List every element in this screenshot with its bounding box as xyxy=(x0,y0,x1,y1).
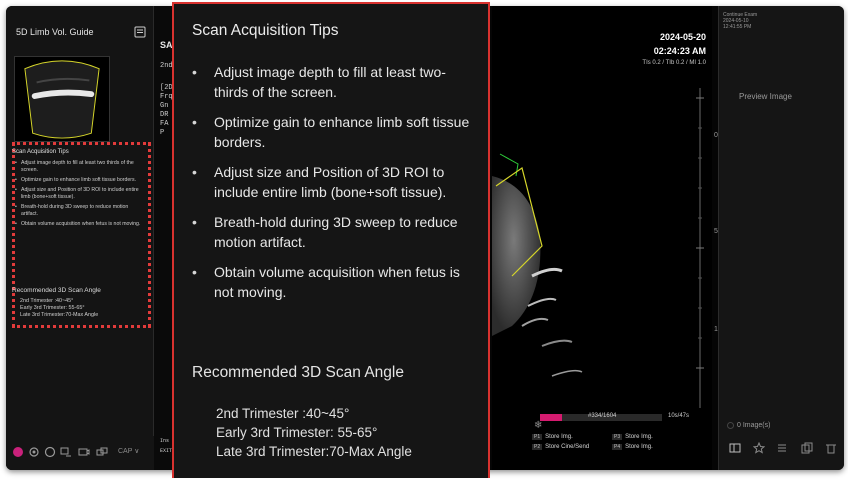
fkey-store-cine[interactable]: P2 Store Cine/Send xyxy=(532,444,589,450)
fkey-store-img-3[interactable]: P3 Store Img. xyxy=(612,434,653,440)
cine-time: 10s/47s xyxy=(668,413,690,419)
preview-panel: Continue Exam 2024-05-10 12:41:55 PM Pre… xyxy=(718,6,844,470)
param-line: P xyxy=(160,129,165,137)
guide-tips-title: Scan Acquisition Tips xyxy=(12,149,69,155)
popup-title: Scan Acquisition Tips xyxy=(192,22,339,39)
guide-angles: 2nd Trimester :40~45° Early 3rd Trimeste… xyxy=(20,298,98,319)
record-icon[interactable] xyxy=(12,446,24,458)
angle-row: 2nd Trimester :40~45° xyxy=(20,298,74,304)
fkey-store-img-4[interactable]: P4 Store Img. xyxy=(612,444,653,450)
guide-title: 5D Limb Vol. Guide xyxy=(16,27,94,37)
popup-angles: 2nd Trimester :40~45° Early 3rd Trimeste… xyxy=(216,404,412,461)
angle-row: Late 3rd Trimester:70-Max Angle xyxy=(20,312,99,318)
param-line: FA xyxy=(160,120,169,128)
depth-ruler xyxy=(696,88,704,408)
thermal-index: TIs 0.2 / TIb 0.2 / MI 1.0 xyxy=(642,60,706,66)
angle-row: Late 3rd Trimester:70-Max Angle xyxy=(216,444,412,459)
guide-angle-title: Recommended 3D Scan Angle xyxy=(12,287,101,294)
list-item: Breath-hold during 3D sweep to reduce mo… xyxy=(15,204,143,218)
cap-dropdown[interactable]: CAP ∨ xyxy=(118,447,139,455)
image-count-dot xyxy=(727,422,734,429)
layout-icon[interactable] xyxy=(729,442,741,454)
guide-thumbnail-image xyxy=(14,56,110,142)
angle-row: Early 3rd Trimester: 55-65° xyxy=(216,425,378,440)
guide-tips-list: Adjust image depth to fill at least two … xyxy=(15,160,143,231)
guide-header: 5D Limb Vol. Guide xyxy=(12,24,148,44)
ultrasound-scan-image xyxy=(492,153,583,377)
cine-progress xyxy=(540,414,562,421)
camera-icon[interactable] xyxy=(78,446,90,458)
list-item: Adjust size and Position of 3D ROI to in… xyxy=(15,187,143,201)
circle-icon[interactable] xyxy=(44,446,56,458)
list-item: Optimize gain to enhance limb soft tissu… xyxy=(15,177,143,184)
image-count: 0 Image(s) xyxy=(737,422,771,429)
bottom-toolbar: CAP ∨ xyxy=(6,436,154,470)
angle-row: 2nd Trimester :40~45° xyxy=(216,406,350,421)
list-item: Adjust image depth to fill at least two-… xyxy=(190,62,480,102)
param-line: Frq xyxy=(160,93,173,101)
fkey-store-img-1[interactable]: P1 Store Img. xyxy=(532,434,573,440)
continue-exam-info: Continue Exam 2024-05-10 12:41:55 PM xyxy=(723,12,757,30)
function-keys: P1 Store Img. P3 Store Img. P2 Store Cine/S… xyxy=(532,434,702,464)
exam-date: 2024-05-20 xyxy=(659,32,706,42)
scan-tips-popup: Scan Acquisition Tips Adjust image depth… xyxy=(172,2,490,478)
list-item: Optimize gain to enhance limb soft tissu… xyxy=(190,112,480,152)
list-item: Adjust size and Position of 3D ROI to in… xyxy=(190,162,480,202)
transfer-icon[interactable] xyxy=(60,446,72,458)
continue-exam-time: 12:41:55 PM xyxy=(723,24,752,30)
volume-icon[interactable] xyxy=(28,446,40,458)
ultrasound-image-area[interactable]: 2024-05-20 02:24:23 AM TIs 0.2 / TIb 0.2… xyxy=(492,6,722,470)
popup-angle-title: Recommended 3D Scan Angle xyxy=(192,364,404,381)
cine-frame-count: #334/1604 xyxy=(588,413,617,419)
param-line: DR xyxy=(160,111,169,119)
guide-panel: 5D Limb Vol. Guide Scan Acquisition Tips… xyxy=(6,6,154,470)
link-icon[interactable] xyxy=(96,446,108,458)
angle-row: Early 3rd Trimester: 55-65° xyxy=(20,305,85,311)
preview-image-label: Preview Image xyxy=(739,92,792,101)
list-item: Obtain volume acquisition when fetus is … xyxy=(15,221,143,228)
list-icon[interactable] xyxy=(777,442,789,454)
param-line: 2nd xyxy=(160,62,173,70)
exam-time: 02:24:23 AM xyxy=(653,46,706,56)
note-icon[interactable] xyxy=(134,26,146,38)
trash-icon[interactable] xyxy=(825,442,837,454)
list-item: Adjust image depth to fill at least two … xyxy=(15,160,143,174)
list-item: Breath-hold during 3D sweep to reduce mo… xyxy=(190,212,480,252)
param-line: Gn xyxy=(160,102,169,110)
star-icon[interactable] xyxy=(753,442,765,454)
popup-tips-list: Adjust image depth to fill at least two-… xyxy=(190,62,480,312)
list-item: Obtain volume acquisition when fetus is … xyxy=(190,262,480,302)
freeze-icon[interactable]: ❄ xyxy=(534,420,542,431)
copy-icon[interactable] xyxy=(801,442,813,454)
